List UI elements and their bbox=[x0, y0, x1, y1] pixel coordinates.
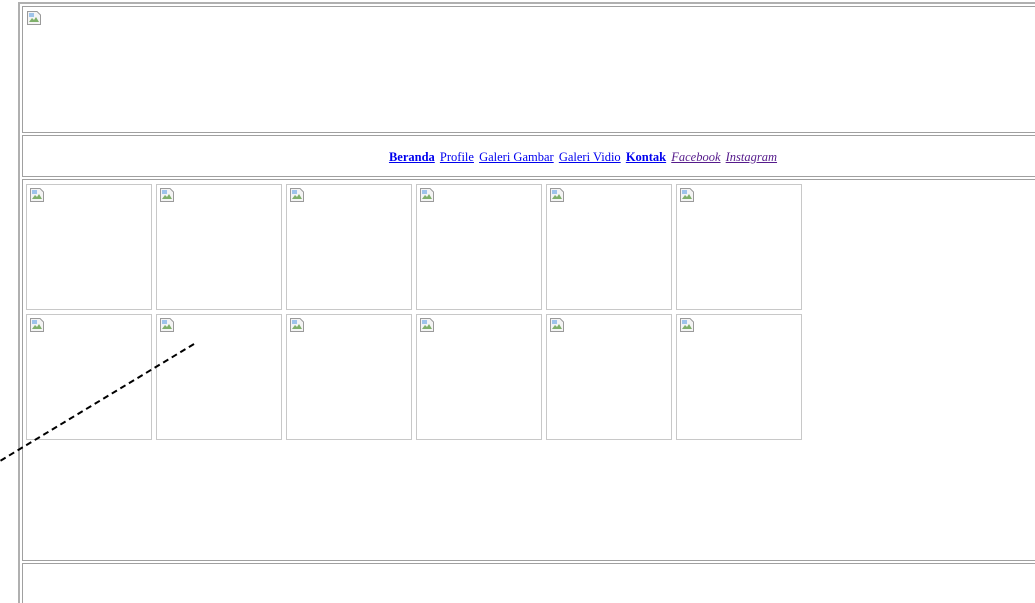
broken-image-icon bbox=[30, 188, 44, 202]
nav-link-galeri-gambar[interactable]: Galeri Gambar bbox=[479, 150, 554, 164]
gallery-thumbnail[interactable] bbox=[546, 314, 672, 440]
gallery-thumbnail[interactable] bbox=[26, 184, 152, 310]
broken-image-icon bbox=[680, 318, 694, 332]
broken-image-icon bbox=[550, 188, 564, 202]
gallery-cell bbox=[22, 179, 1035, 561]
nav-link-instagram[interactable]: Instagram bbox=[726, 150, 777, 164]
gallery-thumbnail[interactable] bbox=[416, 184, 542, 310]
gallery-thumbnail[interactable] bbox=[416, 314, 542, 440]
nav-link-facebook[interactable]: Facebook bbox=[671, 150, 720, 164]
broken-image-icon bbox=[550, 318, 564, 332]
broken-image-icon bbox=[160, 318, 174, 332]
footer-cell bbox=[22, 563, 1035, 603]
gallery-thumbnail[interactable] bbox=[676, 314, 802, 440]
gallery-thumbnail[interactable] bbox=[156, 314, 282, 440]
gallery-thumbnail[interactable] bbox=[546, 184, 672, 310]
header-banner-cell bbox=[22, 6, 1035, 133]
broken-image-icon bbox=[680, 188, 694, 202]
broken-image-icon bbox=[27, 11, 41, 25]
navigation-cell: Beranda Profile Galeri Gambar Galeri Vid… bbox=[22, 135, 1035, 177]
gallery-thumbnail[interactable] bbox=[286, 314, 412, 440]
nav-links: Beranda Profile Galeri Gambar Galeri Vid… bbox=[23, 150, 1035, 165]
nav-link-kontak[interactable]: Kontak bbox=[626, 150, 666, 164]
broken-image-icon bbox=[420, 318, 434, 332]
layout-table: Beranda Profile Galeri Gambar Galeri Vid… bbox=[18, 2, 1035, 603]
nav-link-galeri-vidio[interactable]: Galeri Vidio bbox=[559, 150, 621, 164]
nav-link-beranda[interactable]: Beranda bbox=[389, 150, 435, 164]
gallery-thumbnail[interactable] bbox=[286, 184, 412, 310]
gallery-thumbnail[interactable] bbox=[676, 184, 802, 310]
broken-image-icon bbox=[420, 188, 434, 202]
gallery-thumbnail[interactable] bbox=[156, 184, 282, 310]
page: Beranda Profile Galeri Gambar Galeri Vid… bbox=[0, 0, 1035, 603]
broken-image-icon bbox=[30, 318, 44, 332]
broken-image-icon bbox=[290, 188, 304, 202]
nav-link-profile[interactable]: Profile bbox=[440, 150, 474, 164]
broken-image-icon bbox=[290, 318, 304, 332]
gallery-thumbnail[interactable] bbox=[26, 314, 152, 440]
broken-image-icon bbox=[160, 188, 174, 202]
